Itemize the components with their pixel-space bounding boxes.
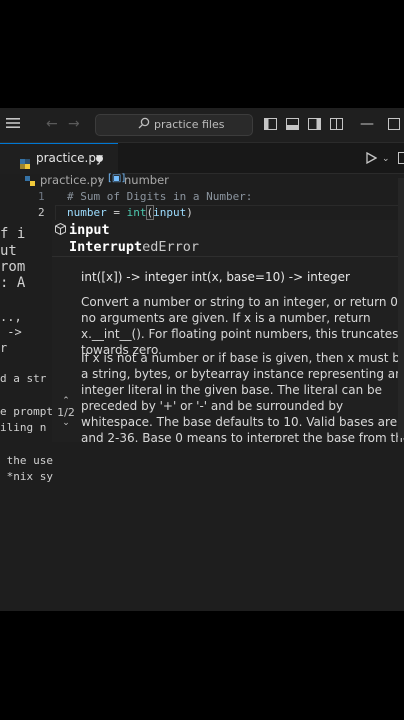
code-operator: = xyxy=(106,206,127,219)
bg-text-3: rom xyxy=(0,259,26,275)
signature-help-docs: int([x]) -> integer int(x, base=10) -> i… xyxy=(52,256,404,442)
code-function: int xyxy=(126,206,147,219)
forward-arrow-icon[interactable]: → xyxy=(68,117,80,131)
bg-text-6: -> xyxy=(0,325,22,339)
suggestion-label: InterruptedError xyxy=(69,239,199,255)
editor-window: ← → practice files — practice.py ⌄ pract… xyxy=(0,108,404,611)
suggestion-item-input[interactable]: input xyxy=(52,222,404,239)
suggestion-label: input xyxy=(69,222,110,238)
bg-text-10: iling n xyxy=(0,421,47,434)
docs-paragraph-1: Convert a number or string to an integer… xyxy=(81,295,404,357)
variable-symbol-icon: [▣] xyxy=(108,173,126,184)
signature-pager: ⌃ 1/2 ⌄ xyxy=(52,397,80,428)
run-icon[interactable] xyxy=(366,151,378,167)
run-dropdown-chevron-icon[interactable]: ⌄ xyxy=(382,152,390,166)
bg-text-7: r xyxy=(0,341,8,355)
bg-text-4: : A xyxy=(0,275,26,291)
pager-up-icon[interactable]: ⌃ xyxy=(52,397,80,406)
minimize-icon[interactable]: — xyxy=(360,117,374,131)
code-argument: input xyxy=(153,206,187,219)
code-paren-close: ) xyxy=(186,206,193,219)
code-variable: number xyxy=(67,206,107,219)
bg-text-8: d a str xyxy=(0,372,47,385)
tab-label: practice.py xyxy=(36,151,104,165)
code-line-1-comment[interactable]: # Sum of Digits in a Number: xyxy=(67,190,252,203)
tab-practice-py[interactable]: practice.py xyxy=(0,143,118,174)
title-bar: ← → practice files — xyxy=(0,108,404,143)
bg-text-11: the use xyxy=(0,454,53,467)
breadcrumb-python-icon xyxy=(25,175,35,189)
autocomplete-suggest-widget: input InterruptedError xyxy=(52,220,404,256)
suggestion-rest: edError xyxy=(142,239,200,255)
suggestion-match: Interrupt xyxy=(69,239,143,255)
editor-tabs: practice.py ⌄ xyxy=(0,143,404,174)
menu-icon[interactable] xyxy=(6,117,20,132)
command-center-search[interactable]: practice files xyxy=(95,114,253,136)
bg-text-5: .., xyxy=(0,310,22,324)
toggle-primary-sidebar-icon[interactable] xyxy=(264,118,277,133)
bg-text-1: f i xyxy=(0,226,26,242)
toggle-panel-icon[interactable] xyxy=(286,118,299,133)
bg-text-9: e prompt xyxy=(0,405,53,418)
python-file-icon xyxy=(20,154,30,169)
toggle-secondary-sidebar-icon[interactable] xyxy=(308,118,321,133)
code-line-2[interactable]: number = int(input) xyxy=(67,205,193,220)
bg-text-12: *nix sy xyxy=(0,470,53,483)
customize-layout-icon[interactable] xyxy=(330,118,343,133)
bg-text-2: ut xyxy=(0,243,17,259)
breadcrumb-file[interactable]: practice.py xyxy=(40,173,104,187)
breadcrumb-separator-icon: › xyxy=(98,172,103,186)
breadcrumb: practice.py › [▣] number xyxy=(0,171,404,189)
back-arrow-icon[interactable]: ← xyxy=(46,117,58,131)
line-number-1: 1 xyxy=(38,190,45,203)
breadcrumb-symbol[interactable]: number xyxy=(124,173,169,187)
maximize-icon[interactable] xyxy=(388,118,400,133)
scrollbar[interactable] xyxy=(398,178,404,438)
search-input[interactable]: practice files xyxy=(154,115,224,135)
docs-paragraph-2: If x is not a number or if base is given… xyxy=(81,351,404,442)
line-number-2: 2 xyxy=(38,206,45,219)
suggestion-item-interruptederror[interactable]: InterruptedError xyxy=(52,239,404,256)
search-icon xyxy=(138,115,150,135)
unsaved-dot-icon[interactable] xyxy=(96,155,103,162)
signature-text: int([x]) -> integer int(x, base=10) -> i… xyxy=(81,270,350,284)
split-editor-icon[interactable] xyxy=(398,152,404,167)
method-cube-icon xyxy=(55,222,66,236)
pager-down-icon[interactable]: ⌄ xyxy=(52,419,80,428)
